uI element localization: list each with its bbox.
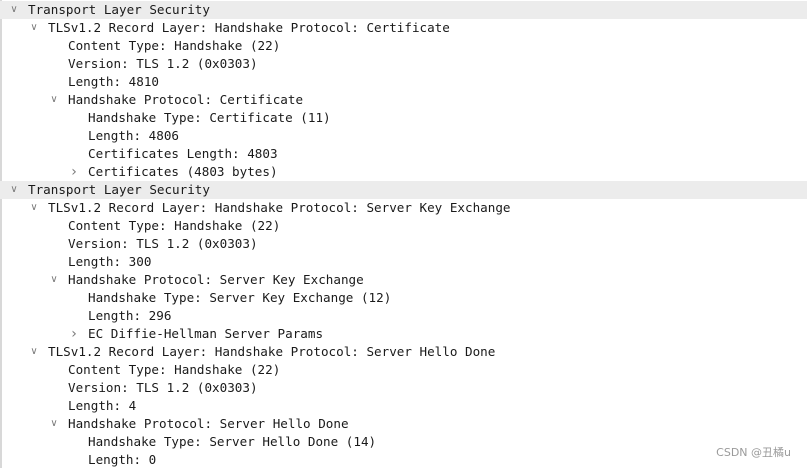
- tree-row-label: Length: 4806: [88, 128, 179, 143]
- tree-row[interactable]: ∨ TLSv1.2 Record Layer: Handshake Protoco…: [0, 199, 807, 217]
- tree-row-label: EC Diffie-Hellman Server Params: [88, 326, 324, 341]
- tree-row-protocol[interactable]: ∨ Transport Layer Security: [0, 181, 807, 199]
- tree-row[interactable]: ∨ TLSv1.2 Record Layer: Handshake Protoco…: [0, 19, 807, 37]
- tree-row-label: Handshake Type: Server Hello Done (14): [88, 434, 377, 449]
- tree-row[interactable]: Content Type: Handshake (22): [0, 37, 807, 55]
- tree-row[interactable]: › EC Diffie-Hellman Server Params: [0, 325, 807, 343]
- tree-row-label: Content Type: Handshake (22): [68, 362, 281, 377]
- tree-row[interactable]: ∨ Handshake Protocol: Server Hello Done: [0, 415, 807, 433]
- chevron-down-icon[interactable]: ∨: [8, 1, 20, 19]
- tree-row[interactable]: Version: TLS 1.2 (0x0303): [0, 379, 807, 397]
- chevron-down-icon[interactable]: ∨: [48, 91, 60, 109]
- tree-row[interactable]: Length: 4810: [0, 73, 807, 91]
- tree-row[interactable]: ∨ Handshake Protocol: Server Key Exchange: [0, 271, 807, 289]
- tree-row-label: Version: TLS 1.2 (0x0303): [68, 380, 258, 395]
- chevron-right-icon[interactable]: ›: [68, 325, 80, 343]
- tree-row-label: TLSv1.2 Record Layer: Handshake Protocol…: [48, 200, 511, 215]
- tree-row[interactable]: Length: 4: [0, 397, 807, 415]
- tree-row[interactable]: ∨ Handshake Protocol: Certificate: [0, 91, 807, 109]
- tree-row-label: Transport Layer Security: [28, 2, 210, 17]
- tree-row-label: Content Type: Handshake (22): [68, 218, 281, 233]
- tree-row[interactable]: Length: 4806: [0, 127, 807, 145]
- tree-row-label: Handshake Protocol: Certificate: [68, 92, 304, 107]
- packet-details-tree: ∨ Transport Layer Security ∨ TLSv1.2 Record…: [0, 0, 807, 468]
- tree-row-label: Version: TLS 1.2 (0x0303): [68, 56, 258, 71]
- tree-row-label: TLSv1.2 Record Layer: Handshake Protocol…: [48, 344, 496, 359]
- tree-row-label: Certificates Length: 4803: [88, 146, 278, 161]
- tree-row[interactable]: ∨ TLSv1.2 Record Layer: Handshake Protoco…: [0, 343, 807, 361]
- tree-row[interactable]: › Certificates (4803 bytes): [0, 163, 807, 181]
- tree-row-label: Length: 300: [68, 254, 152, 269]
- tree-row[interactable]: Handshake Type: Server Key Exchange (12): [0, 289, 807, 307]
- tree-row-label: Handshake Protocol: Server Hello Done: [68, 416, 349, 431]
- tree-row-label: Handshake Protocol: Server Key Exchange: [68, 272, 364, 287]
- tree-row[interactable]: Content Type: Handshake (22): [0, 361, 807, 379]
- tree-row-label: Transport Layer Security: [28, 182, 210, 197]
- watermark: CSDN @丑橘u: [716, 446, 791, 459]
- tree-row[interactable]: Handshake Type: Server Hello Done (14): [0, 433, 807, 451]
- chevron-down-icon[interactable]: ∨: [28, 199, 40, 217]
- tree-row-label: Length: 4: [68, 398, 137, 413]
- tree-row[interactable]: Version: TLS 1.2 (0x0303): [0, 55, 807, 73]
- tree-row-label: Length: 296: [88, 308, 172, 323]
- chevron-down-icon[interactable]: ∨: [8, 181, 20, 199]
- tree-row[interactable]: Length: 300: [0, 253, 807, 271]
- tree-row[interactable]: Version: TLS 1.2 (0x0303): [0, 235, 807, 253]
- tree-row-label: Handshake Type: Certificate (11): [88, 110, 331, 125]
- tree-row[interactable]: Length: 0: [0, 451, 807, 468]
- chevron-down-icon[interactable]: ∨: [28, 19, 40, 37]
- tree-row-protocol[interactable]: ∨ Transport Layer Security: [0, 1, 807, 19]
- tree-row-label: Certificates (4803 bytes): [88, 164, 278, 179]
- tree-row-label: Handshake Type: Server Key Exchange (12): [88, 290, 392, 305]
- tree-row-label: TLSv1.2 Record Layer: Handshake Protocol…: [48, 20, 450, 35]
- tree-row[interactable]: Certificates Length: 4803: [0, 145, 807, 163]
- tree-row-label: Version: TLS 1.2 (0x0303): [68, 236, 258, 251]
- tree-row[interactable]: Content Type: Handshake (22): [0, 217, 807, 235]
- tree-row-label: Length: 4810: [68, 74, 159, 89]
- tree-row-label: Length: 0: [88, 452, 157, 467]
- chevron-down-icon[interactable]: ∨: [48, 271, 60, 289]
- chevron-down-icon[interactable]: ∨: [28, 343, 40, 361]
- chevron-down-icon[interactable]: ∨: [48, 415, 60, 433]
- tree-row[interactable]: Handshake Type: Certificate (11): [0, 109, 807, 127]
- tree-row[interactable]: Length: 296: [0, 307, 807, 325]
- tree-row-label: Content Type: Handshake (22): [68, 38, 281, 53]
- chevron-right-icon[interactable]: ›: [68, 163, 80, 181]
